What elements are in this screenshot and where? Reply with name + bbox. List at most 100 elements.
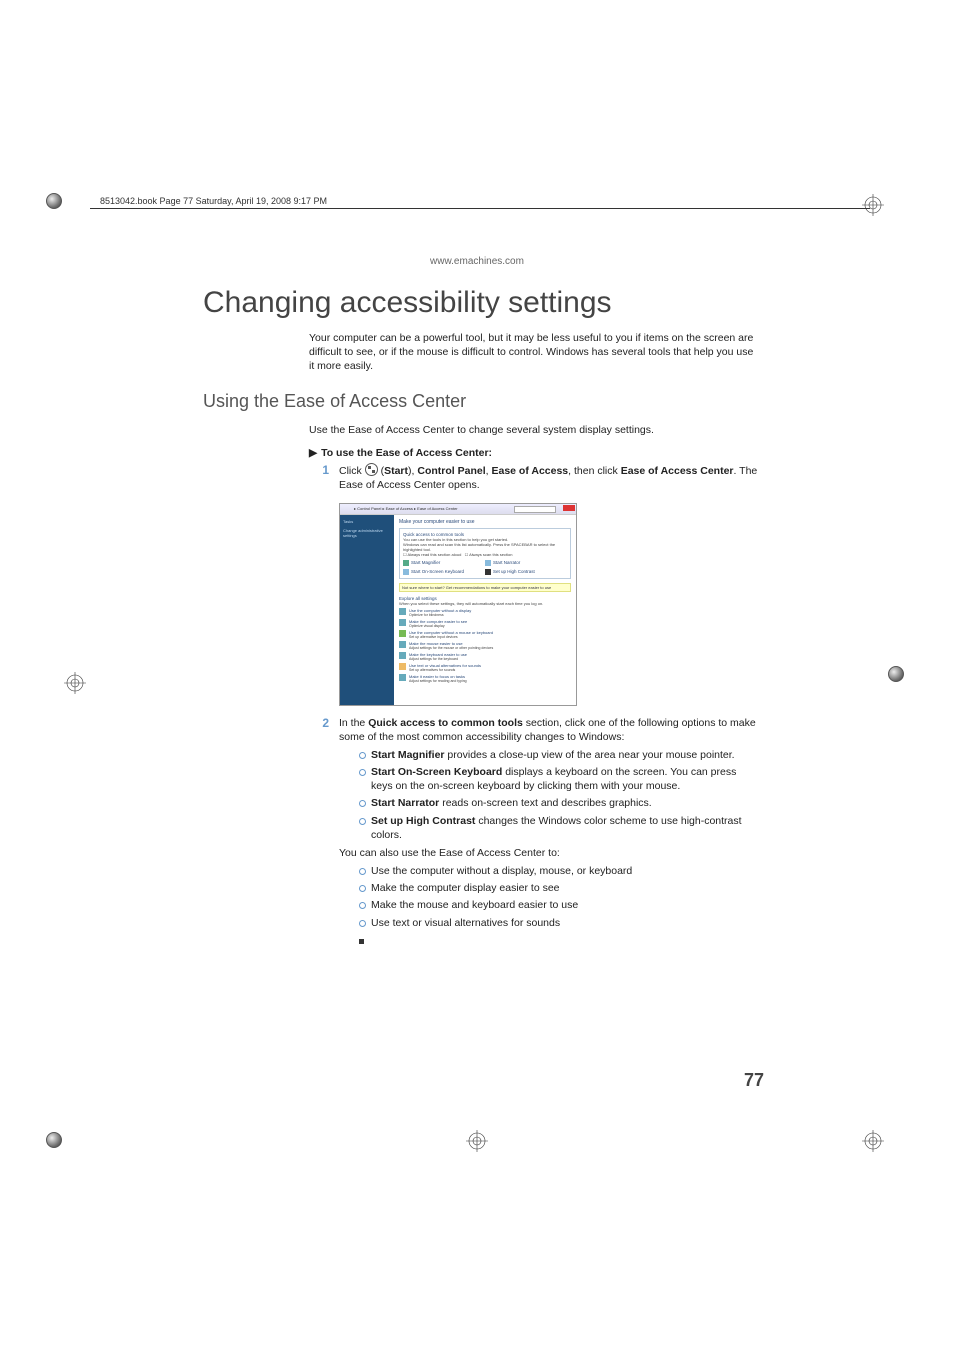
intro-paragraph: Your computer can be a powerful tool, bu… [309,331,760,374]
bullet-item: Make the mouse and keyboard easier to us… [359,898,760,912]
link-icon [399,674,406,681]
text: Click [339,465,365,477]
quick-access-box: Quick access to common tools You can use… [399,528,571,579]
explore-link: Make the computer easier to seeOptimize … [399,619,571,628]
link-subtitle: Adjust settings for the keyboard [409,657,467,661]
link-title: Use text or visual alternatives for soun… [409,663,481,668]
registration-target-icon [466,1130,488,1152]
link-icon [399,608,406,615]
page-number: 77 [744,1070,764,1091]
registration-target-icon [862,1130,884,1152]
bold-text: Start [384,465,408,477]
bullet-item: Use text or visual alternatives for soun… [359,916,760,930]
link-title: Make it easier to focus on tasks [409,674,467,679]
procedure-title: To use the Ease of Access Center: [321,447,492,459]
link-subtitle: Adjust settings for reading and typing [409,679,467,683]
text: In the [339,717,368,729]
page: 8513042.book Page 77 Saturday, April 19,… [0,0,954,1350]
step-body: Click (Start), Control Panel, Ease of Ac… [339,463,760,492]
page-header-meta: 8513042.book Page 77 Saturday, April 19,… [100,196,327,206]
registration-target-icon [862,194,884,216]
breadcrumb: ▸ Control Panel ▸ Ease of Access ▸ Ease … [354,506,458,511]
search-input [514,506,556,513]
bullet-item: Set up High Contrast changes the Windows… [359,814,760,842]
main-heading: Make your computer easier to use [399,519,571,525]
explore-link: Use the computer without a mouse or keyb… [399,630,571,639]
checkbox-label: Always scan this section [469,552,512,557]
bold-text: Start Narrator [371,797,439,809]
content-column: Changing accessibility settings Your com… [205,286,760,952]
procedure-steps: 1 Click (Start), Control Panel, Ease of … [205,463,760,492]
procedure-heading: ▶ To use the Ease of Access Center: [309,447,760,459]
sidebar-link: Change administrative settings [343,528,391,538]
registration-dot-icon [46,193,62,209]
explore-link: Use text or visual alternatives for soun… [399,663,571,672]
bullet-item: Start Magnifier provides a close-up view… [359,748,760,762]
link-title: Make the keyboard easier to use [409,652,467,657]
bold-text: Start On-Screen Keyboard [371,766,502,778]
qa-text: Windows can read and scan this list auto… [403,542,567,552]
procedure-steps-cont: 2 In the Quick access to common tools se… [205,716,760,948]
bold-text: Ease of Access Center [621,465,734,477]
windows-start-icon [365,463,378,476]
text: , then click [568,465,621,477]
link-title: Make the computer easier to see [409,619,467,624]
header-rule [90,208,870,209]
step-2: 2 In the Quick access to common tools se… [205,716,760,948]
explore-link: Make the keyboard easier to useAdjust se… [399,652,571,661]
narrator-icon [485,560,491,566]
registration-dot-icon [46,1132,62,1148]
keyboard-icon [403,569,409,575]
sidebar-heading: Tasks [343,519,391,524]
explore-link: Make the mouse easier to useAdjust setti… [399,641,571,650]
after-bullets-text: You can also use the Ease of Access Cent… [339,846,760,860]
link-subtitle: Optimize visual display [409,624,467,628]
link-title: Use the computer without a mouse or keyb… [409,630,493,635]
page-title: Changing accessibility settings [203,286,760,320]
close-icon [563,505,575,511]
bold-text: Control Panel [417,465,485,477]
bold-text: Quick access to common tools [368,717,523,729]
explore-links: Use the computer without a displayOptimi… [399,608,571,683]
cmd-magnifier: Start Magnifier [403,560,485,566]
window-body: Tasks Change administrative settings Mak… [340,515,576,705]
embedded-screenshot: ▸ Control Panel ▸ Ease of Access ▸ Ease … [339,503,577,706]
cmd-osk: Start On-Screen Keyboard [403,569,485,575]
checkbox-label: Always read this section aloud [407,552,461,557]
bullet-item: Use the computer without a display, mous… [359,864,760,878]
link-subtitle: Set up alternatives for sounds [409,668,481,672]
link-title: Use the computer without a display [409,608,471,613]
bullet-item: Make the computer display easier to see [359,881,760,895]
step-number: 2 [205,716,339,948]
recommendation-banner: Not sure where to start? Get recommendat… [399,583,571,592]
link-icon [399,663,406,670]
text: ), [408,465,417,477]
section-heading: Using the Ease of Access Center [203,391,760,412]
step-number: 1 [205,463,339,492]
explore-link: Make it easier to focus on tasksAdjust s… [399,674,571,683]
sidebar: Tasks Change administrative settings [340,515,394,705]
link-icon [399,652,406,659]
contrast-icon [485,569,491,575]
window-titlebar: ▸ Control Panel ▸ Ease of Access ▸ Ease … [340,504,576,515]
step-1: 1 Click (Start), Control Panel, Ease of … [205,463,760,492]
main-panel: Make your computer easier to use Quick a… [394,515,576,705]
link-icon [399,641,406,648]
magnifier-icon [403,560,409,566]
cmd-narrator: Start Narrator [485,560,567,566]
qa-checkboxes: ☐ Always read this section aloud ☐ Alway… [403,552,567,557]
bold-text: Set up High Contrast [371,815,475,827]
link-icon [399,619,406,626]
bold-text: Start Magnifier [371,749,445,761]
bullet-item: Start On-Screen Keyboard displays a keyb… [359,765,760,793]
triangle-icon: ▶ [309,447,317,459]
more-bullet-list: Use the computer without a display, mous… [359,864,760,930]
link-subtitle: Adjust settings for the mouse or other p… [409,646,493,650]
section-intro: Use the Ease of Access Center to change … [309,423,760,437]
explore-link: Use the computer without a displayOptimi… [399,608,571,617]
link-subtitle: Optimize for blindness [409,613,471,617]
link-subtitle: Set up alternative input devices [409,635,493,639]
link-icon [399,630,406,637]
procedure-end-icon [359,934,760,948]
explore-subtext: When you select these settings, they wil… [399,601,571,606]
